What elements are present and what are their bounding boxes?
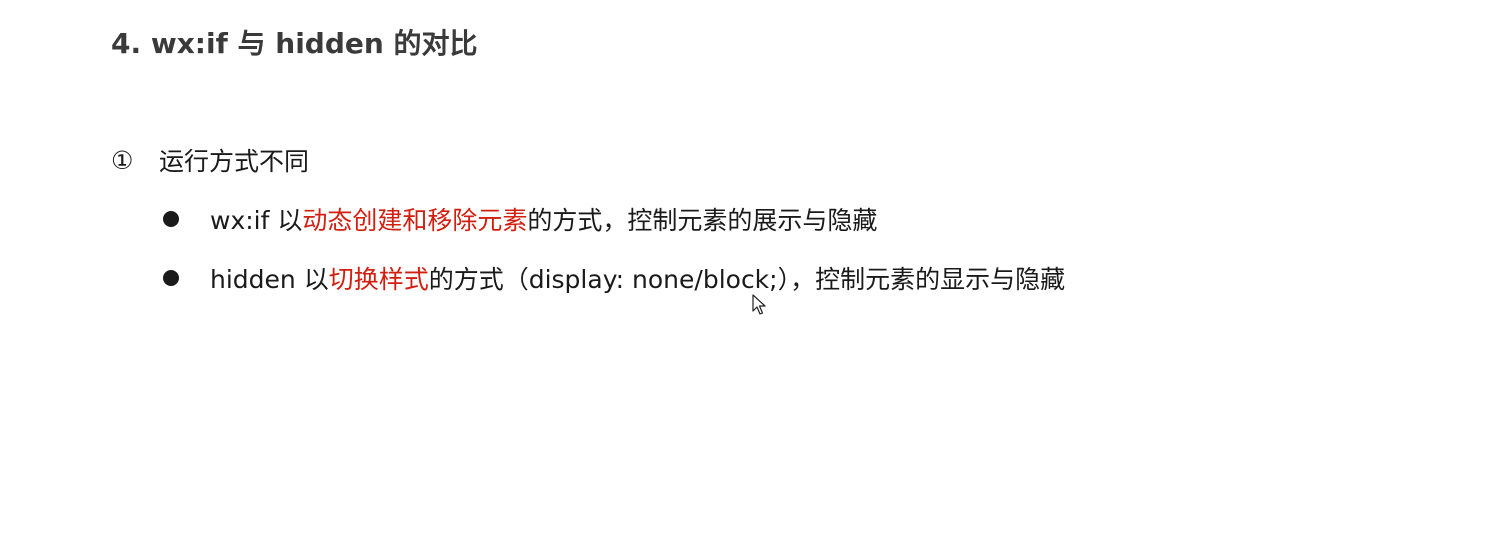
mouse-pointer-icon: [752, 294, 766, 315]
bullet-text-prefix: wx:if 以: [210, 206, 303, 235]
bullet-text-suffix: 的方式（display: none/block;），控制元素的显示与隐藏: [428, 265, 1066, 294]
section-heading-text: 运行方式不同: [159, 147, 310, 176]
bullet-dot-icon: [163, 270, 179, 286]
section-heading: ① 运行方式不同: [111, 142, 309, 178]
bullet-item-hidden: hidden 以 切换样式 的方式（display: none/block;），…: [163, 260, 1065, 296]
bullet-dot-icon: [163, 211, 179, 227]
bullet-text-highlight: 切换样式: [328, 265, 429, 294]
bullet-item-wxif: wx:if 以 动态创建和移除元素 的方式，控制元素的展示与隐藏: [163, 201, 877, 237]
bullet-text-highlight: 动态创建和移除元素: [302, 206, 528, 235]
bullet-text-suffix: 的方式，控制元素的展示与隐藏: [527, 206, 878, 235]
page-title: 4. wx:if 与 hidden 的对比: [111, 27, 478, 60]
bullet-text-prefix: hidden 以: [210, 265, 329, 294]
section-number: ①: [111, 145, 134, 175]
slide: 4. wx:if 与 hidden 的对比 ① 运行方式不同 wx:if 以 动…: [0, 0, 1490, 554]
